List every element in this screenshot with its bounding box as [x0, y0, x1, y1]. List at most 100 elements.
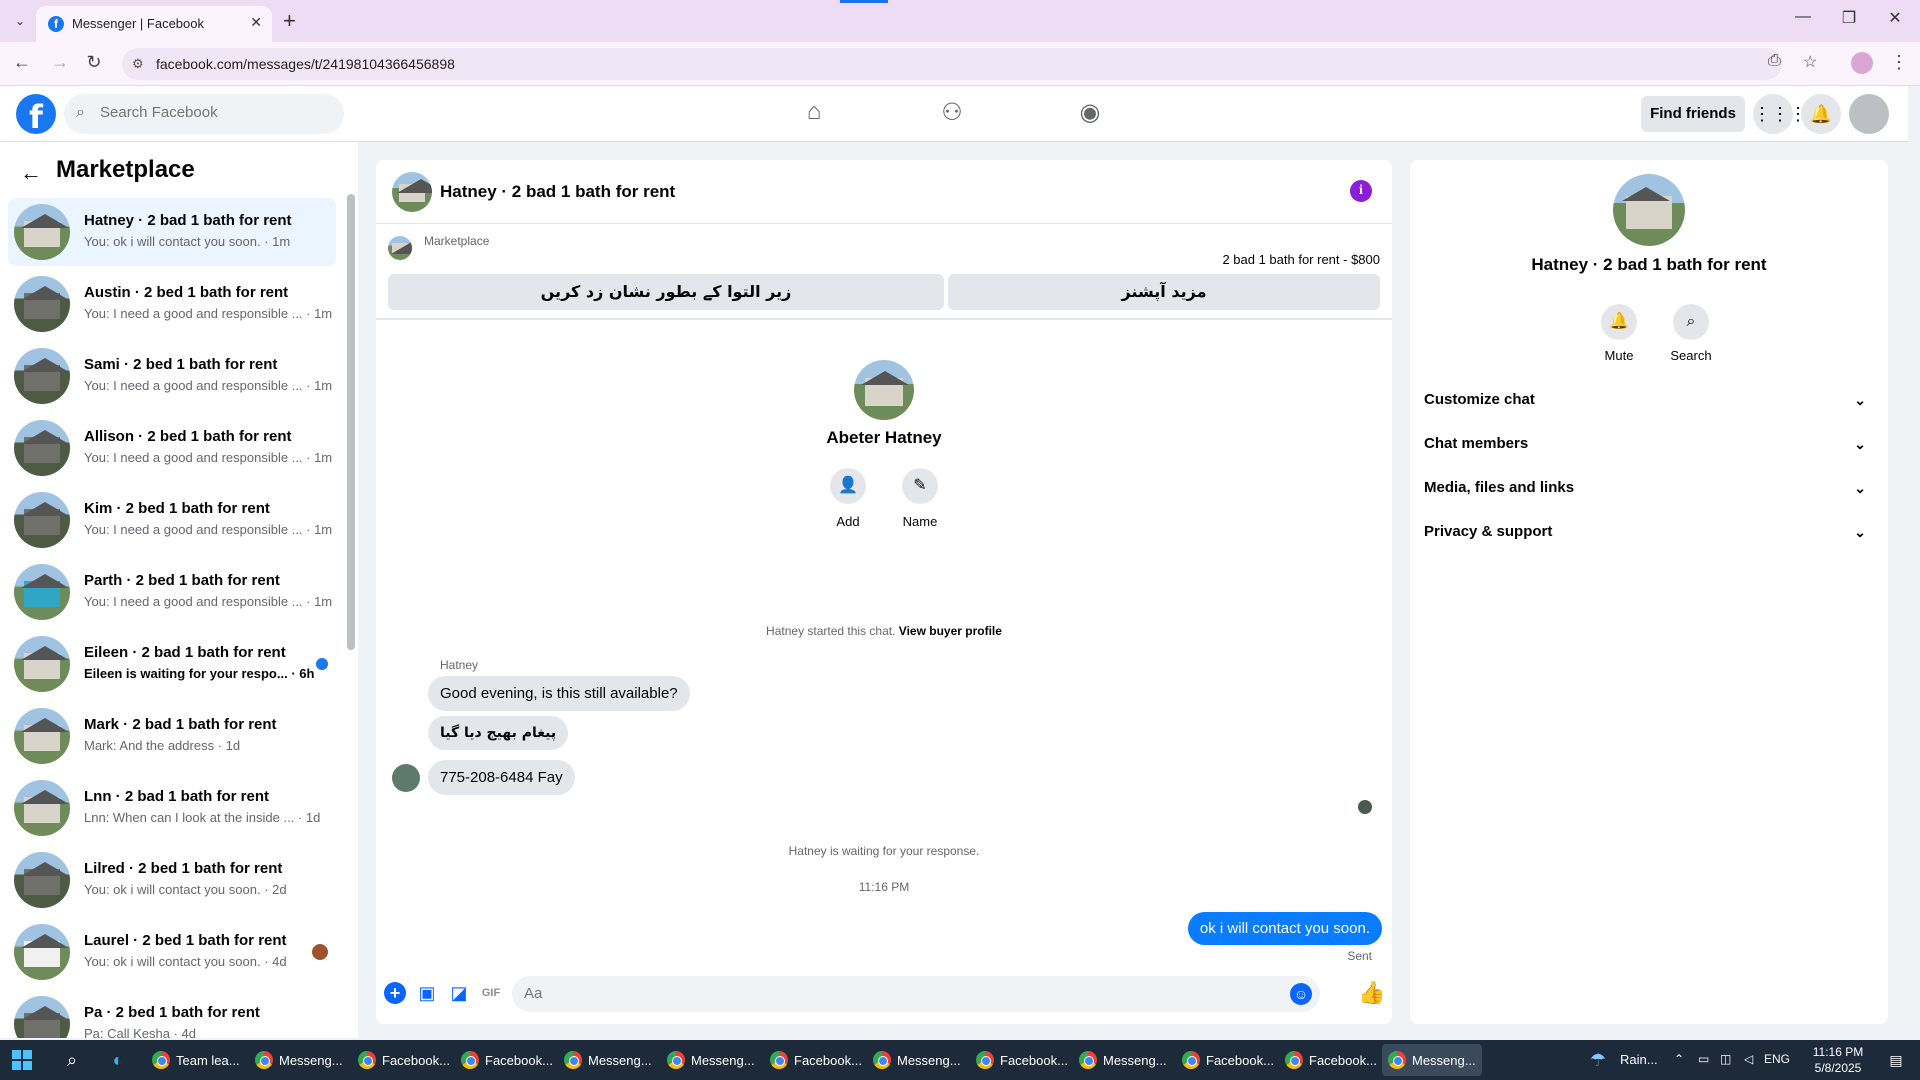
taskbar-app[interactable]: Messeng... [249, 1044, 349, 1076]
conversation-item[interactable]: Kim · 2 bed 1 bath for rent You: I need a… [8, 486, 336, 554]
tab-close-icon[interactable]: ✕ [250, 14, 262, 31]
incoming-message[interactable]: پیغام بھیج دیا گیا [428, 716, 569, 750]
back-arrow-icon[interactable]: ← [10, 52, 34, 73]
browser-menu-icon[interactable]: ⋮ [1890, 52, 1908, 73]
window-close-button[interactable]: ✕ [1880, 8, 1910, 28]
name-button[interactable]: ✎ Name [890, 468, 950, 529]
taskbar-app[interactable]: Messeng... [867, 1044, 967, 1076]
taskbar-app[interactable]: Messeng... [1382, 1044, 1482, 1076]
notification-center-icon[interactable]: ▤ [1884, 1048, 1908, 1072]
conversation-item[interactable]: Lilred · 2 bed 1 bath for rent You: ok i … [8, 846, 336, 914]
listing-price[interactable]: 2 bad 1 bath for rent - $800 [1222, 252, 1380, 267]
chat-thumbnail[interactable] [392, 172, 432, 212]
taskbar-app[interactable]: Messeng... [558, 1044, 658, 1076]
search-button[interactable]: ⌕ Search [1661, 304, 1721, 363]
facebook-logo[interactable]: f [16, 94, 56, 136]
search-icon[interactable]: ⌕ [60, 1048, 84, 1072]
sender-avatar[interactable] [392, 764, 420, 792]
window-restore-button[interactable]: ❐ [1834, 8, 1864, 28]
plus-icon[interactable]: + [384, 982, 406, 1004]
browser-tab-messenger[interactable]: f Messenger | Facebook ✕ [36, 6, 272, 42]
taskbar-app[interactable]: Facebook... [1176, 1044, 1276, 1076]
message-input-box[interactable]: ☺ [512, 976, 1320, 1012]
conversation-item[interactable]: Mark · 2 bad 1 bath for rent Mark: And th… [8, 702, 336, 770]
window-minimize-button[interactable]: — [1788, 8, 1818, 26]
bookmark-star-icon[interactable]: ☆ [1803, 52, 1817, 72]
conversation-item[interactable]: Pa · 2 bed 1 bath for rent Pa: Call Kesha… [8, 990, 336, 1038]
facebook-search[interactable]: ⌕ [64, 94, 344, 134]
sticker-icon[interactable]: ◪ [448, 982, 470, 1004]
language-indicator[interactable]: ENG [1764, 1052, 1790, 1066]
incoming-message[interactable]: Good evening, is this still available? [428, 676, 690, 711]
conversation-list-scrollbar[interactable] [347, 194, 355, 650]
taskbar-app[interactable]: Facebook... [455, 1044, 555, 1076]
taskbar-app[interactable]: Team lea... [146, 1044, 246, 1076]
back-arrow-icon[interactable]: ← [20, 160, 42, 186]
info-icon[interactable]: i [1350, 180, 1372, 202]
privacy-support-section[interactable]: Privacy & support ⌄ [1424, 514, 1874, 550]
weather-label[interactable]: Rain... [1620, 1052, 1658, 1067]
find-friends-button[interactable]: Find friends [1641, 96, 1745, 132]
mark-as-pending-button[interactable]: زیر التوا کے بطور نشان زد کریں [388, 274, 944, 310]
menu-grid-icon[interactable]: ⋮⋮⋮ [1753, 94, 1807, 134]
friends-icon[interactable]: ⚇ [932, 98, 972, 130]
conversation-item[interactable]: Hatney · 2 bad 1 bath for rent You: ok i … [8, 198, 336, 266]
taskbar-app[interactable]: Messeng... [1073, 1044, 1173, 1076]
media-files-links-section[interactable]: Media, files and links ⌄ [1424, 470, 1874, 506]
edge-browser-icon[interactable]: ◐ [106, 1048, 130, 1072]
site-info-icon[interactable]: ⚙ [132, 56, 144, 72]
reload-icon[interactable]: ↻ [82, 52, 106, 73]
more-options-button[interactable]: مزید آپشنز [948, 274, 1380, 310]
page-scrollbar[interactable] [1908, 86, 1920, 1038]
add-button[interactable]: 👤 Add [818, 468, 878, 529]
conversation-item[interactable]: Austin · 2 bed 1 bath for rent You: I nee… [8, 270, 336, 338]
taskbar-app[interactable]: Facebook... [970, 1044, 1070, 1076]
windows-start-icon[interactable] [12, 1050, 32, 1070]
sender-name: Hatney [440, 658, 479, 672]
message-input[interactable] [524, 985, 1264, 1002]
conversation-item[interactable]: Allison · 2 bed 1 bath for rent You: I ne… [8, 414, 336, 482]
weather-icon[interactable]: ☂ [1586, 1048, 1610, 1072]
conversation-item[interactable]: Eileen · 2 bad 1 bath for rent Eileen is … [8, 630, 336, 698]
chat-title[interactable]: Hatney · 2 bad 1 bath for rent [440, 182, 675, 202]
listing-thumbnail[interactable] [388, 236, 412, 260]
taskbar-app[interactable]: Facebook... [352, 1044, 452, 1076]
conversation-item[interactable]: Sami · 2 bed 1 bath for rent You: I need … [8, 342, 336, 410]
conversation-item[interactable]: Laurel · 2 bed 1 bath for rent You: ok i … [8, 918, 336, 986]
install-app-icon[interactable]: ⎙ [1768, 52, 1781, 70]
facebook-search-input[interactable] [100, 104, 330, 121]
conversation-item[interactable]: Lnn · 2 bad 1 bath for rent Lnn: When can… [8, 774, 336, 842]
volume-icon[interactable]: ◁ [1744, 1052, 1753, 1066]
listing-avatar[interactable] [1613, 174, 1685, 246]
browser-profile-avatar[interactable] [1851, 52, 1873, 74]
display-icon[interactable]: ▭ [1698, 1052, 1709, 1066]
customize-chat-section[interactable]: Customize chat ⌄ [1424, 382, 1874, 418]
conversation-item[interactable]: Parth · 2 bed 1 bath for rent You: I need… [8, 558, 336, 626]
chat-members-section[interactable]: Chat members ⌄ [1424, 426, 1874, 462]
mute-button[interactable]: 🔔 Mute [1589, 304, 1649, 363]
emoji-icon[interactable]: ☺ [1290, 983, 1312, 1005]
taskbar-app[interactable]: Facebook... [764, 1044, 864, 1076]
chrome-icon [1388, 1051, 1406, 1069]
buyer-avatar[interactable] [854, 360, 914, 420]
account-avatar[interactable] [1849, 94, 1889, 134]
forward-arrow-icon[interactable]: → [48, 52, 72, 73]
groups-icon[interactable]: ◉ [1070, 98, 1110, 130]
outgoing-message[interactable]: ok i will contact you soon. [1187, 912, 1382, 945]
thumbs-up-icon[interactable]: 👍 [1358, 980, 1385, 1006]
notifications-bell-icon[interactable]: 🔔 [1801, 94, 1841, 134]
new-tab-button[interactable]: + [283, 8, 296, 34]
address-bar[interactable]: ⚙ facebook.com/messages/t/24198104366456… [122, 48, 1782, 80]
taskbar-app[interactable]: Facebook... [1279, 1044, 1379, 1076]
photo-icon[interactable]: ▣ [416, 982, 438, 1004]
taskbar-app[interactable]: Messeng... [661, 1044, 761, 1076]
chevron-up-icon[interactable]: ⌃ [1674, 1052, 1684, 1066]
view-buyer-profile-link[interactable]: View buyer profile [899, 624, 1002, 638]
incoming-message[interactable]: 775-208-6484 Fay [428, 760, 575, 795]
tab-list-chevron-icon[interactable]: ⌄ [10, 11, 30, 31]
gif-icon[interactable]: GIF [480, 982, 502, 1004]
network-icon[interactable]: ◫ [1720, 1052, 1731, 1066]
system-clock[interactable]: 11:16 PM 5/8/2025 [1798, 1044, 1878, 1076]
taskbar-app-label: Facebook... [794, 1053, 862, 1068]
home-icon[interactable]: ⌂ [794, 98, 834, 130]
